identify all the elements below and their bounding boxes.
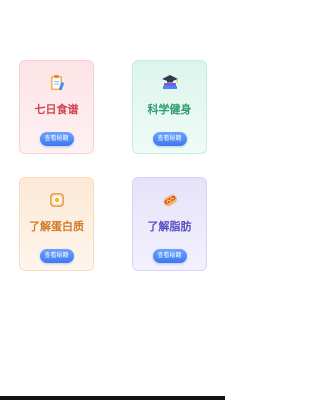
card-scientific-fitness[interactable]: 科学健身 查看秘籍: [132, 60, 207, 154]
card-title: 了解蛋白质: [29, 220, 84, 233]
fried-egg-toast-icon: [47, 190, 67, 210]
card-title: 科学健身: [147, 103, 192, 116]
card-learn-protein[interactable]: 了解蛋白质 查看秘籍: [19, 177, 94, 271]
card-title: 了解脂肪: [147, 220, 192, 233]
view-tips-button[interactable]: 查看秘籍: [39, 249, 74, 263]
bottom-bar: [0, 396, 225, 400]
card-seven-day-recipe[interactable]: 七日食谱 查看秘籍: [19, 60, 94, 154]
view-tips-button[interactable]: 查看秘籍: [39, 132, 74, 146]
view-tips-button[interactable]: 查看秘籍: [152, 132, 187, 146]
recipe-clipboard-icon: [47, 73, 67, 93]
view-tips-button[interactable]: 查看秘籍: [152, 249, 187, 263]
hotdog-icon: [160, 190, 180, 210]
page: 七日食谱 查看秘籍 科学健身 查看秘籍 了解蛋白质 查看秘籍 了解脂肪 查看秘籍: [0, 0, 225, 400]
card-grid: 七日食谱 查看秘籍 科学健身 查看秘籍 了解蛋白质 查看秘籍 了解脂肪 查看秘籍: [19, 60, 208, 274]
books-graduation-cap-icon: [160, 73, 180, 93]
card-learn-fat[interactable]: 了解脂肪 查看秘籍: [132, 177, 207, 271]
card-title: 七日食谱: [34, 103, 79, 116]
